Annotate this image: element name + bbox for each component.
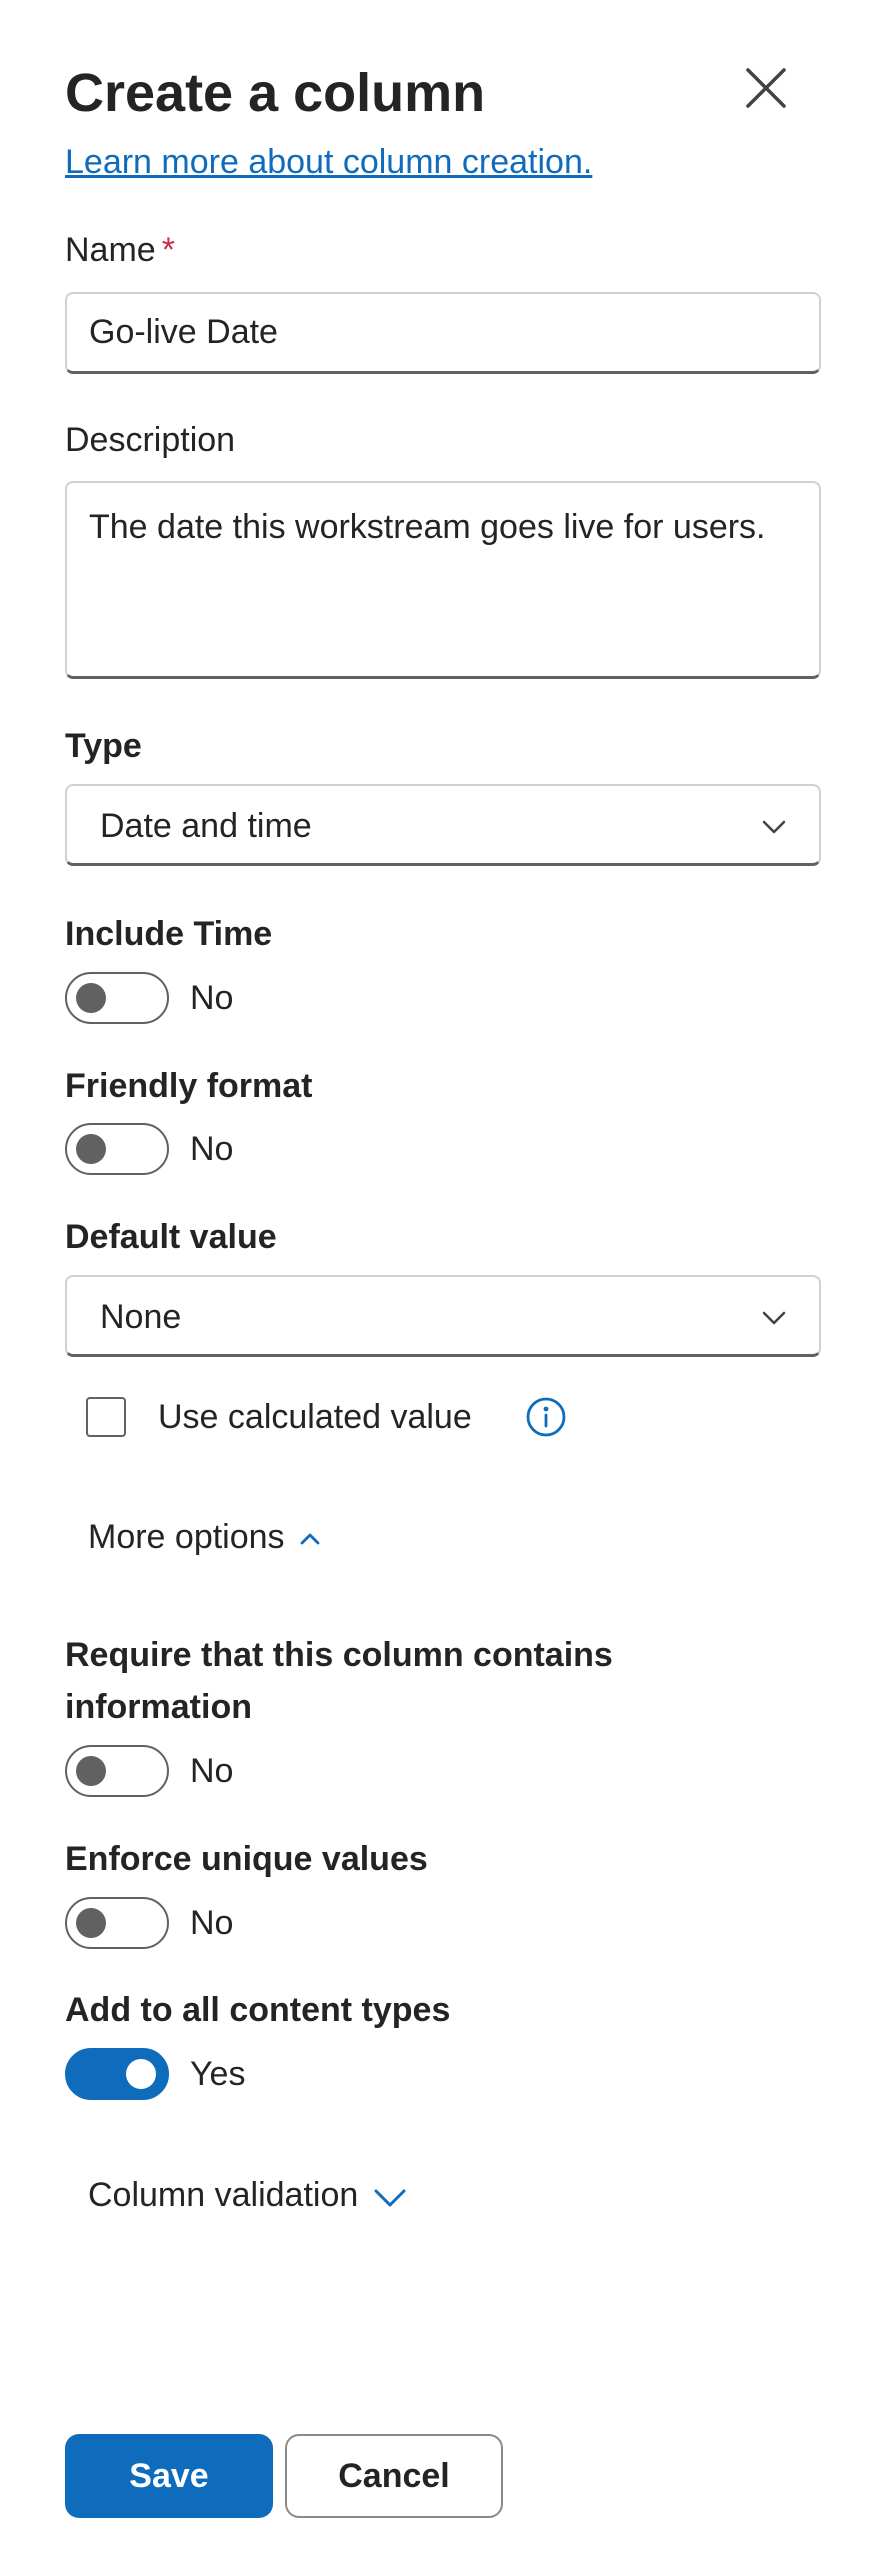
- type-dropdown-value: Date and time: [100, 807, 312, 845]
- require-info-label-line1: Require that this column contains: [65, 1636, 613, 1674]
- default-value-dropdown[interactable]: None: [65, 1275, 821, 1357]
- require-info-label-line2: information: [65, 1688, 252, 1726]
- toggle-knob: [126, 2059, 156, 2089]
- close-icon[interactable]: [740, 62, 792, 114]
- toggle-knob: [76, 1134, 106, 1164]
- friendly-format-label: Friendly format: [65, 1067, 313, 1105]
- include-time-toggle[interactable]: [65, 972, 169, 1024]
- panel-title: Create a column: [65, 63, 486, 123]
- name-input[interactable]: [65, 292, 821, 374]
- chevron-down-icon: [759, 812, 789, 842]
- type-dropdown[interactable]: Date and time: [65, 784, 821, 866]
- name-label: Name *: [65, 228, 175, 272]
- include-time-label: Include Time: [65, 915, 273, 953]
- enforce-unique-state: No: [190, 1904, 234, 1942]
- add-to-content-types-label: Add to all content types: [65, 1991, 451, 2029]
- column-validation-toggle[interactable]: Column validation: [88, 2173, 408, 2217]
- cancel-button[interactable]: Cancel: [285, 2434, 503, 2518]
- learn-more-link[interactable]: Learn more about column creation.: [65, 140, 592, 184]
- toggle-knob: [76, 983, 106, 1013]
- add-to-content-types-toggle[interactable]: [65, 2048, 169, 2100]
- save-button[interactable]: Save: [65, 2434, 273, 2518]
- chevron-up-icon: [300, 1533, 319, 1545]
- more-options-label: More options: [88, 1518, 285, 1556]
- friendly-format-state: No: [190, 1130, 234, 1168]
- description-label: Description: [65, 421, 236, 459]
- required-marker: *: [161, 231, 175, 269]
- use-calculated-value-label: Use calculated value: [158, 1398, 472, 1436]
- description-textarea[interactable]: The date this workstream goes live for u…: [65, 481, 821, 679]
- use-calculated-value-checkbox[interactable]: [86, 1397, 126, 1437]
- default-value-label: Default value: [65, 1218, 277, 1256]
- more-options-toggle[interactable]: More options: [88, 1515, 321, 1559]
- toggle-knob: [76, 1756, 106, 1786]
- column-validation-label: Column validation: [88, 2176, 359, 2214]
- require-info-state: No: [190, 1752, 234, 1790]
- info-icon[interactable]: [524, 1395, 568, 1439]
- name-label-text: Name: [65, 231, 156, 269]
- chevron-down-icon: [759, 1303, 789, 1333]
- add-to-content-types-state: Yes: [190, 2055, 246, 2093]
- create-column-panel: Create a column Learn more about column …: [0, 0, 887, 2560]
- enforce-unique-label: Enforce unique values: [65, 1840, 428, 1878]
- include-time-state: No: [190, 979, 234, 1017]
- friendly-format-toggle[interactable]: [65, 1123, 169, 1175]
- require-info-label: Require that this column contains inform…: [65, 1633, 613, 1729]
- toggle-knob: [76, 1908, 106, 1938]
- enforce-unique-toggle[interactable]: [65, 1897, 169, 1949]
- default-value-dropdown-value: None: [100, 1298, 182, 1336]
- chevron-down-icon: [374, 2189, 406, 2207]
- require-info-toggle[interactable]: [65, 1745, 169, 1797]
- type-label: Type: [65, 727, 142, 765]
